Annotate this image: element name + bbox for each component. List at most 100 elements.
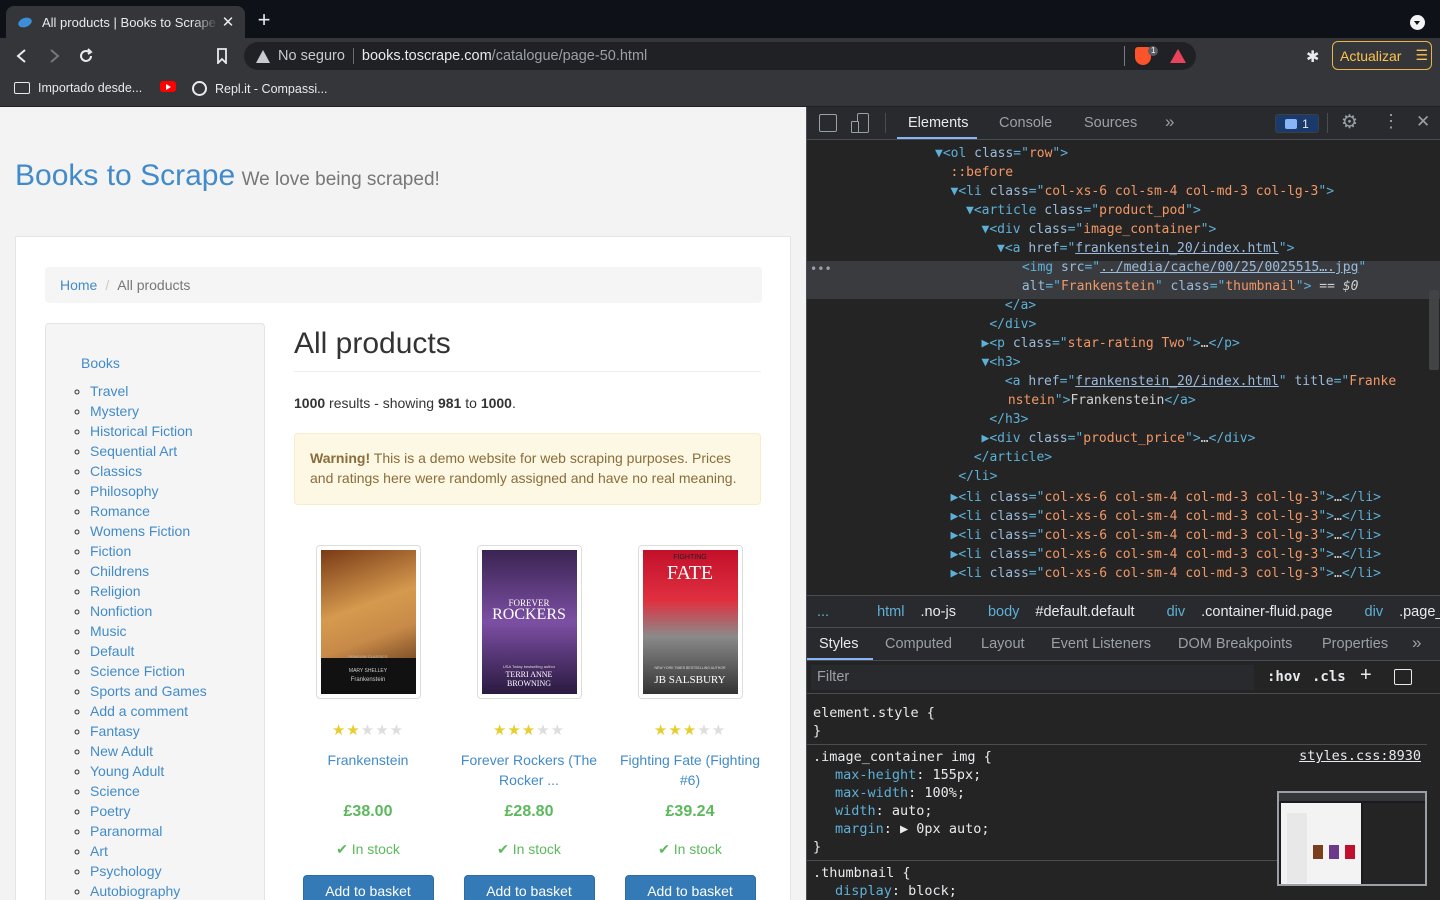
category-item[interactable]: Add a comment xyxy=(90,701,207,721)
category-item[interactable]: Science Fiction xyxy=(90,661,207,681)
warning-triangle-icon[interactable] xyxy=(256,49,270,63)
category-link[interactable]: Sequential Art xyxy=(90,443,177,459)
category-item[interactable]: Default xyxy=(90,641,207,661)
category-link[interactable]: Classics xyxy=(90,463,142,479)
screen-share-thumbnail[interactable] xyxy=(1277,791,1427,886)
category-item[interactable]: Sequential Art xyxy=(90,441,207,461)
category-item[interactable]: Young Adult xyxy=(90,761,207,781)
category-link[interactable]: Mystery xyxy=(90,403,139,419)
issues-badge[interactable]: 1 xyxy=(1275,114,1319,133)
rule-source-link[interactable]: styles.css:8930 xyxy=(1299,748,1421,764)
dom-node-line[interactable]: ▼<a href="frankenstein_20/index.html"> xyxy=(997,239,1294,258)
sidebar-books-link[interactable]: Books xyxy=(81,355,120,371)
category-item[interactable]: Paranormal xyxy=(90,821,207,841)
dom-node-line[interactable]: </article> xyxy=(966,448,1052,467)
css-declaration[interactable]: max-height: 155px; xyxy=(835,766,981,784)
category-item[interactable]: Psychology xyxy=(90,861,207,881)
add-to-basket-button[interactable]: Add to basket xyxy=(302,875,434,900)
add-to-basket-button[interactable]: Add to basket xyxy=(463,875,595,900)
category-item[interactable]: Childrens xyxy=(90,561,207,581)
forward-button[interactable] xyxy=(44,46,64,66)
product-title-link[interactable]: Fighting Fate (Fighting #6) xyxy=(616,750,764,790)
dom-node-line[interactable]: </li> xyxy=(951,467,997,486)
styles-tab[interactable]: DOM Breakpoints xyxy=(1178,636,1292,652)
category-item[interactable]: Science xyxy=(90,781,207,801)
category-item[interactable]: Classics xyxy=(90,461,207,481)
more-options-icon[interactable]: ⋮ xyxy=(1382,111,1400,132)
add-to-basket-button[interactable]: Add to basket xyxy=(624,875,756,900)
dom-node-line[interactable]: ::before xyxy=(951,163,1014,182)
dom-node-line[interactable]: ▼<div class="image_container"> xyxy=(982,220,1217,239)
category-link[interactable]: New Adult xyxy=(90,743,153,759)
styles-tab[interactable]: Computed xyxy=(885,636,952,652)
dom-scrollbar[interactable] xyxy=(1429,290,1439,370)
new-tab-button[interactable]: + xyxy=(255,9,273,31)
tab-search-icon[interactable] xyxy=(1410,15,1425,30)
rule-selector[interactable]: .thumbnail { xyxy=(813,864,911,882)
category-link[interactable]: Science Fiction xyxy=(90,663,185,679)
more-tabs-icon[interactable]: » xyxy=(1165,112,1174,132)
dom-node-line[interactable]: </h3> xyxy=(982,410,1028,429)
device-toolbar-icon[interactable] xyxy=(851,113,869,133)
product-thumbnail[interactable]: FIGHTING FATE NEW YORK TIMES BESTSELLING A… xyxy=(637,545,743,699)
book-cover-image[interactable]: FOREVER ROCKERS USA Today bestselling auth… xyxy=(481,550,577,694)
category-link[interactable]: Fiction xyxy=(90,543,131,559)
css-declaration[interactable]: display: block; xyxy=(835,882,957,900)
category-link[interactable]: Music xyxy=(90,623,127,639)
toggle-sidebar-icon[interactable] xyxy=(1394,669,1412,685)
css-declaration[interactable]: width: auto; xyxy=(835,802,933,820)
styles-tab[interactable]: Styles xyxy=(819,636,859,652)
bookmark-folder-imported[interactable]: Importado desde... xyxy=(14,81,142,95)
category-link[interactable]: Philosophy xyxy=(90,483,159,499)
category-link[interactable]: Travel xyxy=(90,383,128,399)
category-item[interactable]: Sports and Games xyxy=(90,681,207,701)
category-item[interactable]: Religion xyxy=(90,581,207,601)
address-bar[interactable]: No seguro books.toscrape.com /catalogue/… xyxy=(244,42,1196,70)
tab-elements[interactable]: Elements xyxy=(908,115,968,131)
dom-node-line[interactable]: </div> xyxy=(982,315,1036,334)
category-link[interactable]: Childrens xyxy=(90,563,149,579)
breadcrumb-home-link[interactable]: Home xyxy=(60,277,97,293)
dom-breadcrumb-item[interactable]: ... xyxy=(817,604,861,620)
hover-state-toggle[interactable]: :hov xyxy=(1267,669,1301,685)
category-item[interactable]: Music xyxy=(90,621,207,641)
product-thumbnail[interactable]: MARY SHELLEY Frankenstein PENGUIN CLASSICS xyxy=(315,545,421,699)
category-item[interactable]: Art xyxy=(90,841,207,861)
dom-node-line[interactable]: ▶<li class="col-xs-6 col-sm-4 col-md-3 c… xyxy=(951,507,1382,526)
rule-selector[interactable]: .image_container img { xyxy=(813,748,992,766)
dom-node-line[interactable]: ▶<li class="col-xs-6 col-sm-4 col-md-3 c… xyxy=(951,526,1382,545)
category-item[interactable]: Historical Fiction xyxy=(90,421,207,441)
new-rule-plus-icon[interactable]: + xyxy=(1360,664,1372,687)
dom-node-line[interactable]: ▼<h3> xyxy=(982,353,1021,372)
dom-node-line[interactable]: ▼<ol class="row"> xyxy=(935,144,1068,163)
category-item[interactable]: Mystery xyxy=(90,401,207,421)
browser-tab-active[interactable]: All products | Books to Scrape - Sandbox… xyxy=(6,6,245,38)
back-button[interactable] xyxy=(12,46,32,66)
category-link[interactable]: Psychology xyxy=(90,863,162,879)
category-link[interactable]: Nonfiction xyxy=(90,603,152,619)
element-style-selector[interactable]: element.style { xyxy=(813,704,935,722)
category-item[interactable]: Philosophy xyxy=(90,481,207,501)
tab-console[interactable]: Console xyxy=(999,115,1052,131)
category-link[interactable]: Religion xyxy=(90,583,141,599)
category-item[interactable]: New Adult xyxy=(90,741,207,761)
styles-tab[interactable]: Event Listeners xyxy=(1051,636,1151,652)
security-status[interactable]: No seguro xyxy=(278,48,354,64)
update-button[interactable]: Actualizar ☰ xyxy=(1332,41,1432,70)
category-link[interactable]: Art xyxy=(90,843,108,859)
category-link[interactable]: Poetry xyxy=(90,803,130,819)
category-item[interactable]: Fiction xyxy=(90,541,207,561)
category-link[interactable]: Autobiography xyxy=(90,883,180,899)
reload-button[interactable] xyxy=(76,46,96,66)
category-item[interactable]: Nonfiction xyxy=(90,601,207,621)
tab-sources[interactable]: Sources xyxy=(1084,115,1137,131)
category-link[interactable]: Sports and Games xyxy=(90,683,207,699)
dom-node-line[interactable]: ▶<li class="col-xs-6 col-sm-4 col-md-3 c… xyxy=(951,545,1382,564)
category-link[interactable]: Paranormal xyxy=(90,823,162,839)
dom-breadcrumb-item[interactable]: body #default.default xyxy=(988,604,1151,620)
css-declaration[interactable]: margin: ▶ 0px auto; xyxy=(835,820,989,838)
dom-node-line[interactable]: nstein">Frankenstein</a> xyxy=(1000,391,1196,410)
category-item[interactable]: Fantasy xyxy=(90,721,207,741)
dom-node-line[interactable]: ▼<li class="col-xs-6 col-sm-4 col-md-3 c… xyxy=(951,182,1335,201)
category-link[interactable]: Historical Fiction xyxy=(90,423,193,439)
